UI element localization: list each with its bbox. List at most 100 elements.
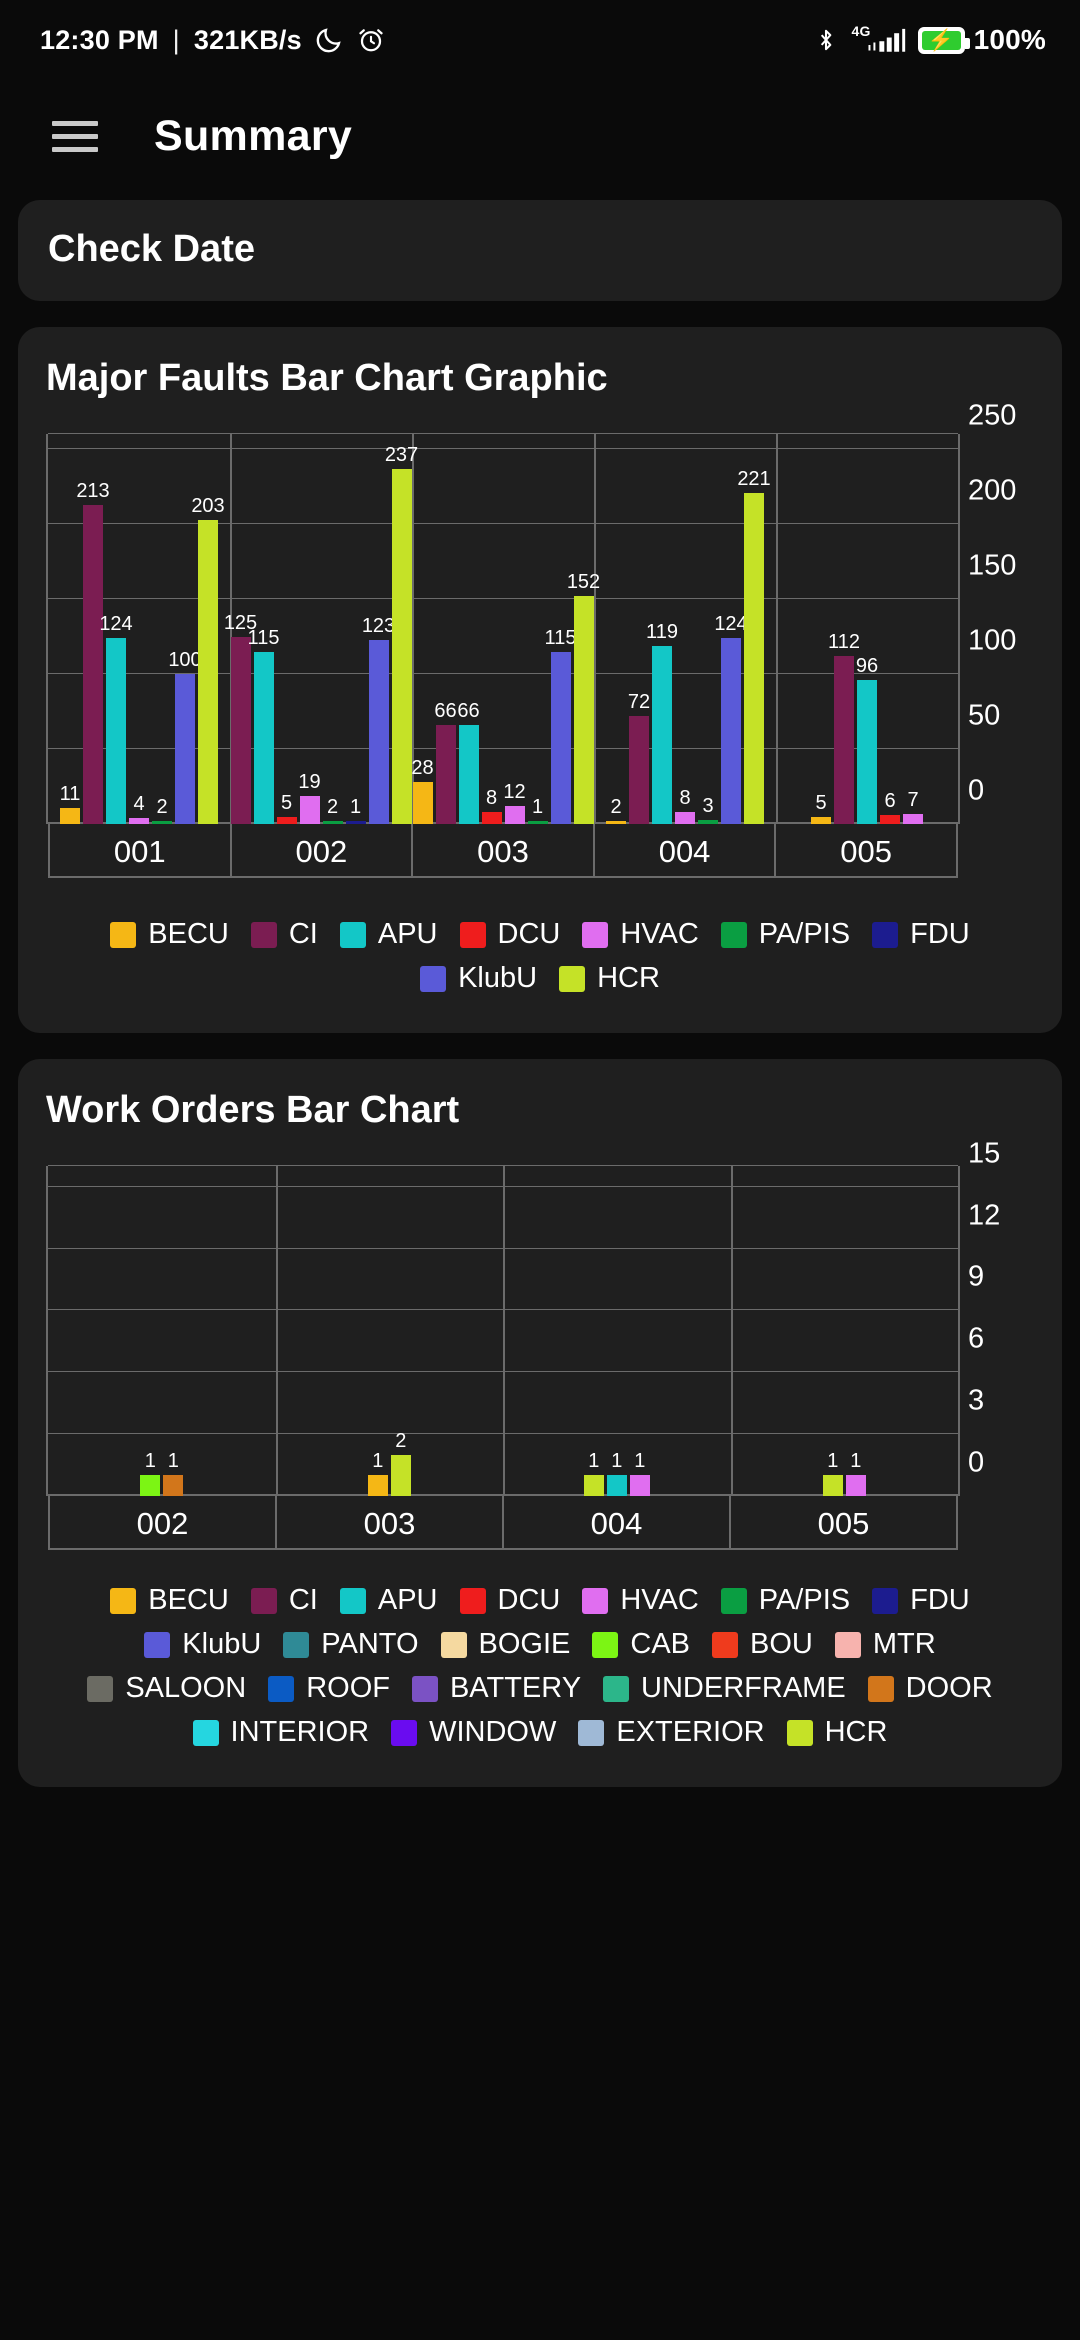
legend-item[interactable]: PA/PIS	[720, 918, 850, 951]
legend-item[interactable]: APU	[339, 1584, 438, 1617]
legend-item[interactable]: DOOR	[867, 1672, 993, 1705]
bar-value-label: 119	[646, 620, 678, 643]
battery-percent: 100%	[973, 24, 1046, 55]
bar[interactable]: 1	[163, 1450, 184, 1496]
bar[interactable]: 8	[675, 787, 695, 824]
legend-item[interactable]: PANTO	[283, 1628, 419, 1661]
bar[interactable]: 1	[140, 1450, 161, 1496]
bar[interactable]: 1	[367, 1450, 388, 1496]
bar[interactable]: 1	[845, 1450, 866, 1496]
legend-item[interactable]: ROOF	[268, 1672, 390, 1705]
bar[interactable]: 11	[60, 783, 80, 824]
legend-item[interactable]: INTERIOR	[192, 1716, 369, 1749]
legend-item[interactable]: DCU	[459, 918, 560, 951]
bar[interactable]: 1	[822, 1450, 843, 1496]
bar[interactable]: 1	[606, 1450, 627, 1496]
legend-item[interactable]: EXTERIOR	[578, 1716, 765, 1749]
x-labels-spacer	[958, 1496, 1034, 1550]
legend-item[interactable]: KlubU	[144, 1628, 261, 1661]
bar[interactable]: 125	[224, 612, 257, 824]
legend-label: CAB	[630, 1628, 691, 1660]
bar-value-label: 1	[531, 796, 544, 818]
bar[interactable]: 221	[737, 468, 771, 824]
bar[interactable]: 8	[481, 787, 502, 824]
bar-value-label: 12	[503, 781, 526, 803]
legend-item[interactable]: FDU	[872, 918, 970, 951]
bar-group: 2 72 119 8 3 124 221	[594, 434, 776, 824]
legend-item[interactable]: BOGIE	[440, 1628, 571, 1661]
bar[interactable]: 12	[503, 781, 526, 824]
legend-item[interactable]: FDU	[872, 1584, 970, 1617]
legend-label: PANTO	[321, 1628, 419, 1660]
legend-item[interactable]: SALOON	[87, 1672, 246, 1705]
bar[interactable]: 2	[390, 1430, 411, 1496]
bar[interactable]: 152	[567, 571, 600, 824]
legend-item[interactable]: HVAC	[582, 1584, 699, 1617]
check-date-card[interactable]: Check Date	[18, 200, 1062, 301]
bar[interactable]: 2	[152, 796, 172, 824]
bar[interactable]: 124	[99, 613, 133, 824]
bar[interactable]: 2	[606, 796, 626, 824]
legend-label: DOOR	[905, 1672, 993, 1704]
legend-item[interactable]: CI	[250, 1584, 318, 1617]
legend-item[interactable]: BECU	[110, 1584, 229, 1617]
bar[interactable]: 213	[76, 480, 110, 824]
bar[interactable]: 6	[880, 790, 900, 824]
legend-item[interactable]: KlubU	[420, 962, 537, 995]
legend-item[interactable]: HCR	[559, 962, 660, 995]
legend-label: APU	[377, 1584, 438, 1616]
chart-work-orders: 1 1 1 2 1 1 1 1 1 0 3 6 9 12 15 002 003 004 005 BECU CI APU DC…	[46, 1137, 1034, 1753]
chart-legend: BECU CI APU DCU HVAC PA/PIS FDU KlubU PANTO BOGIE…	[46, 1550, 1034, 1753]
bar-group: 125 115 5 19 2 1 123 237	[224, 434, 418, 824]
legend-item[interactable]: CI	[250, 918, 318, 951]
legend-item[interactable]: BECU	[110, 918, 229, 951]
y-tick-label: 12	[968, 1199, 1001, 1231]
bar-value-label: 1	[827, 1450, 839, 1473]
legend-item[interactable]: MTR	[834, 1628, 936, 1661]
legend-label: BOGIE	[478, 1628, 571, 1660]
bar[interactable]: 7	[903, 789, 923, 824]
legend-label: KlubU	[182, 1628, 262, 1660]
bar[interactable]: 5	[811, 792, 831, 824]
bar[interactable]: 66	[457, 700, 480, 824]
bar[interactable]: 66	[434, 700, 457, 824]
legend-item[interactable]: BATTERY	[411, 1672, 581, 1705]
bar[interactable]: 1	[527, 796, 548, 824]
bar[interactable]: 1	[629, 1450, 650, 1496]
bar[interactable]: 237	[385, 444, 418, 824]
bar[interactable]: 124	[714, 613, 748, 824]
bar[interactable]: 2	[322, 796, 343, 824]
legend-item[interactable]: WINDOW	[391, 1716, 556, 1749]
bar[interactable]: 119	[646, 621, 678, 824]
legend-item[interactable]: DCU	[459, 1584, 560, 1617]
legend-item[interactable]: HCR	[786, 1716, 887, 1749]
bar[interactable]: 4	[129, 793, 149, 824]
hamburger-menu-icon[interactable]	[52, 120, 98, 152]
bar[interactable]: 1	[583, 1450, 604, 1496]
legend-swatch-icon	[268, 1675, 295, 1702]
legend-item[interactable]: UNDERFRAME	[603, 1672, 846, 1705]
legend-item[interactable]: BOU	[712, 1628, 813, 1661]
bar[interactable]: 115	[545, 627, 576, 824]
bar-value-label: 221	[737, 467, 771, 490]
bar[interactable]: 1	[345, 796, 366, 824]
legend-item[interactable]: PA/PIS	[720, 1584, 850, 1617]
legend-item[interactable]: HVAC	[582, 918, 699, 951]
legend-item[interactable]: CAB	[592, 1628, 690, 1661]
bar[interactable]: 203	[191, 495, 225, 824]
bar[interactable]: 3	[698, 795, 718, 824]
bar[interactable]: 19	[298, 771, 321, 824]
bar[interactable]: 115	[248, 627, 279, 824]
legend-label: HVAC	[620, 918, 699, 950]
legend-item[interactable]: APU	[339, 918, 438, 951]
bar[interactable]: 28	[411, 757, 434, 824]
bar[interactable]: 100	[168, 649, 202, 824]
x-tick-label: 002	[231, 824, 414, 878]
bar[interactable]: 72	[628, 691, 650, 824]
bar[interactable]: 112	[828, 631, 860, 824]
bar[interactable]: 123	[362, 615, 395, 824]
bar[interactable]: 5	[276, 792, 297, 824]
x-tick-label: 003	[413, 824, 595, 878]
bluetooth-icon	[813, 25, 839, 55]
bar[interactable]: 96	[856, 655, 878, 824]
